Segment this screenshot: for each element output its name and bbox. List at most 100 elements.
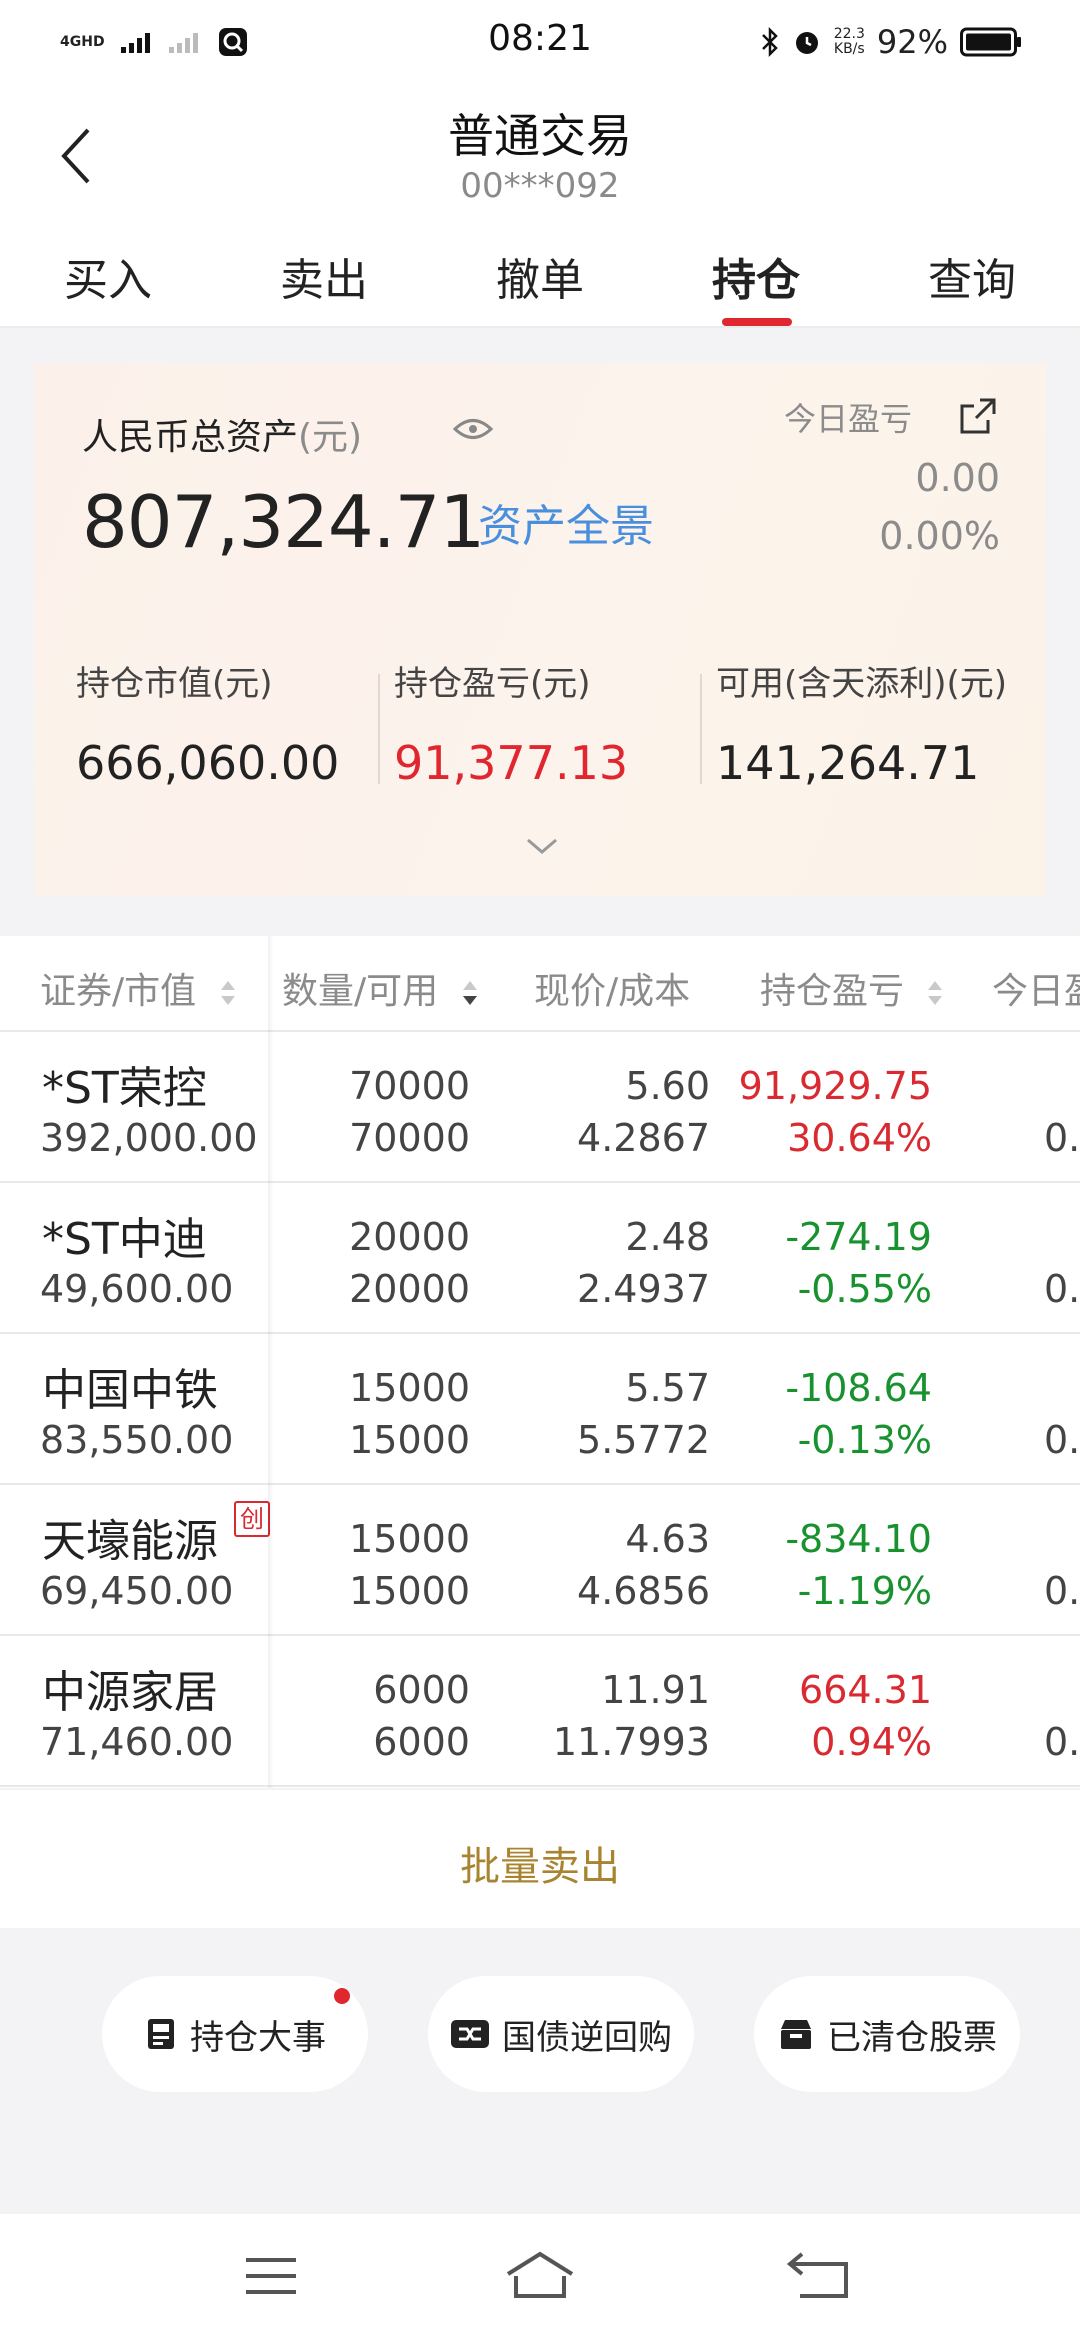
home-icon <box>506 2251 574 2298</box>
today-pl: 0. <box>1044 1116 1080 1160</box>
stock-name: 中国中铁 <box>42 1365 218 1416</box>
position-pl-label: 持仓盈亏(元) <box>394 664 591 704</box>
tab-query[interactable]: 查询 <box>864 244 1080 308</box>
eye-icon[interactable] <box>452 412 494 446</box>
available-quantity: 15000 <box>349 1569 470 1613</box>
available-quantity: 70000 <box>349 1116 470 1160</box>
account-number: 00***092 <box>460 166 620 206</box>
today-pl-label: 今日盈亏 <box>784 400 913 438</box>
position-pl-percent: -1.19% <box>797 1569 932 1613</box>
quantity: 20000 <box>349 1215 470 1259</box>
system-nav-bar <box>0 2214 1080 2340</box>
stock-name: 中源家居 <box>42 1667 218 1718</box>
archive-box-icon <box>781 2020 811 2049</box>
table-row[interactable]: *ST荣控 392,000.00 70000 70000 5.60 4.2867 91,92… <box>0 1032 1080 1183</box>
stock-name: *ST中迪 <box>42 1214 207 1265</box>
current-price: 2.48 <box>625 1215 710 1259</box>
position-pl-percent: -0.13% <box>797 1418 932 1462</box>
cost-price: 4.6856 <box>577 1569 710 1613</box>
quantity: 70000 <box>349 1064 470 1108</box>
trade-tabs: 买入 卖出 撤单 持仓 查询 <box>0 230 1080 328</box>
quantity: 6000 <box>373 1668 470 1712</box>
tab-sell[interactable]: 卖出 <box>216 244 432 308</box>
position-pl: -108.64 <box>785 1366 932 1410</box>
col-quantity[interactable]: 数量/可用 <box>282 962 480 1014</box>
table-row[interactable]: 中源家居 71,460.00 6000 6000 11.91 11.7993 664.31 0… <box>0 1636 1080 1787</box>
position-pl: -274.19 <box>785 1215 932 1259</box>
header: 普通交易 00***092 <box>0 84 1080 230</box>
current-price: 4.63 <box>625 1517 710 1561</box>
available-funds-label: 可用(含天添利)(元) <box>716 664 1008 704</box>
stock-name: *ST荣控 <box>42 1063 207 1114</box>
tab-positions[interactable]: 持仓 <box>648 244 864 308</box>
tab-buy[interactable]: 买入 <box>0 244 216 308</box>
market-value: 49,600.00 <box>40 1267 234 1311</box>
sort-icon <box>928 981 943 1005</box>
position-pl-percent: 0.94% <box>811 1720 932 1764</box>
market-value-label: 持仓市值(元) <box>76 664 273 704</box>
asset-panorama-link[interactable]: 资产全景 <box>478 490 654 554</box>
sort-icon <box>220 981 235 1005</box>
sort-desc-icon <box>462 981 477 1005</box>
expand-button[interactable] <box>524 834 560 858</box>
quantity: 15000 <box>349 1517 470 1561</box>
chinext-badge: 创 <box>234 1501 270 1537</box>
table-row[interactable]: *ST中迪 49,600.00 20000 20000 2.48 2.4937 -274.1… <box>0 1183 1080 1334</box>
position-pl-percent: -0.55% <box>797 1267 932 1311</box>
divider <box>378 674 380 784</box>
batch-sell-bar: 批量卖出 <box>0 1790 1080 1928</box>
cost-price: 4.2867 <box>577 1116 710 1160</box>
holdings-table[interactable]: 证券/市值 数量/可用 现价/成本 持仓盈亏 今日盈 *ST荣控392,000.… <box>0 936 1080 1788</box>
position-pl: 91,929.75 <box>738 1064 932 1108</box>
back-nav-button[interactable] <box>782 2246 862 2306</box>
batch-sell-button[interactable]: 批量卖出 <box>0 1834 1080 1892</box>
chevron-down-icon <box>527 838 557 854</box>
table-row[interactable]: 天壕能源创 69,450.00 15000 15000 4.63 4.6856 -834.1… <box>0 1485 1080 1636</box>
repo-icon <box>451 2020 489 2048</box>
market-value: 69,450.00 <box>40 1569 234 1613</box>
active-tab-indicator <box>722 318 792 326</box>
market-value: 666,060.00 <box>76 736 340 790</box>
status-bar: 4GHD 08:21 22.3 KB/s 92% <box>0 0 1080 84</box>
col-price-cost[interactable]: 现价/成本 <box>534 962 690 1014</box>
col-today-pl[interactable]: 今日盈 <box>992 962 1080 1014</box>
current-price: 11.91 <box>601 1668 710 1712</box>
page-title: 普通交易 <box>448 109 632 163</box>
position-pl: -834.10 <box>785 1517 932 1561</box>
col-security[interactable]: 证券/市值 <box>40 962 238 1014</box>
total-assets-label: 人民币总资产(元) <box>82 417 363 458</box>
share-icon[interactable] <box>958 396 998 436</box>
cleared-stocks-button[interactable]: 已清仓股票 <box>754 1976 1020 2092</box>
today-pl-value: 0.00 <box>915 456 1000 500</box>
table-header: 证券/市值 数量/可用 现价/成本 持仓盈亏 今日盈 <box>0 936 1080 1032</box>
available-funds-value: 141,264.71 <box>716 736 980 790</box>
table-row[interactable]: 中国中铁 83,550.00 15000 15000 5.57 5.5772 -108.64… <box>0 1334 1080 1485</box>
col-position-pl[interactable]: 持仓盈亏 <box>760 962 945 1014</box>
today-pl: 0. <box>1044 1418 1080 1462</box>
home-button[interactable] <box>500 2246 580 2306</box>
today-pl: 0. <box>1044 1267 1080 1311</box>
total-assets-value: 807,324.71 <box>82 480 485 564</box>
tab-cancel-order[interactable]: 撤单 <box>432 244 648 308</box>
divider <box>700 674 702 784</box>
frozen-column-shadow <box>268 936 274 1788</box>
battery-percent: 92% <box>876 23 948 61</box>
current-price: 5.60 <box>625 1064 710 1108</box>
menu-button[interactable] <box>232 2246 312 2306</box>
position-pl-value: 91,377.13 <box>394 736 629 790</box>
reverse-repo-button[interactable]: 国债逆回购 <box>428 1976 694 2092</box>
news-icon <box>148 2019 174 2049</box>
position-events-button[interactable]: 持仓大事 <box>102 1976 368 2092</box>
today-pl-percent: 0.00% <box>879 514 1000 558</box>
stock-name: 天壕能源 <box>42 1516 218 1567</box>
market-value: 83,550.00 <box>40 1418 234 1462</box>
position-pl: 664.31 <box>799 1668 932 1712</box>
available-quantity: 15000 <box>349 1418 470 1462</box>
position-pl-percent: 30.64% <box>787 1116 932 1160</box>
cost-price: 5.5772 <box>577 1418 710 1462</box>
available-quantity: 6000 <box>373 1720 470 1764</box>
asset-summary-card: 人民币总资产(元) 807,324.71 资产全景 今日盈亏 0.00 0.00… <box>34 364 1046 896</box>
quantity: 15000 <box>349 1366 470 1410</box>
today-pl: 0. <box>1044 1569 1080 1613</box>
today-pl: 0. <box>1044 1720 1080 1764</box>
